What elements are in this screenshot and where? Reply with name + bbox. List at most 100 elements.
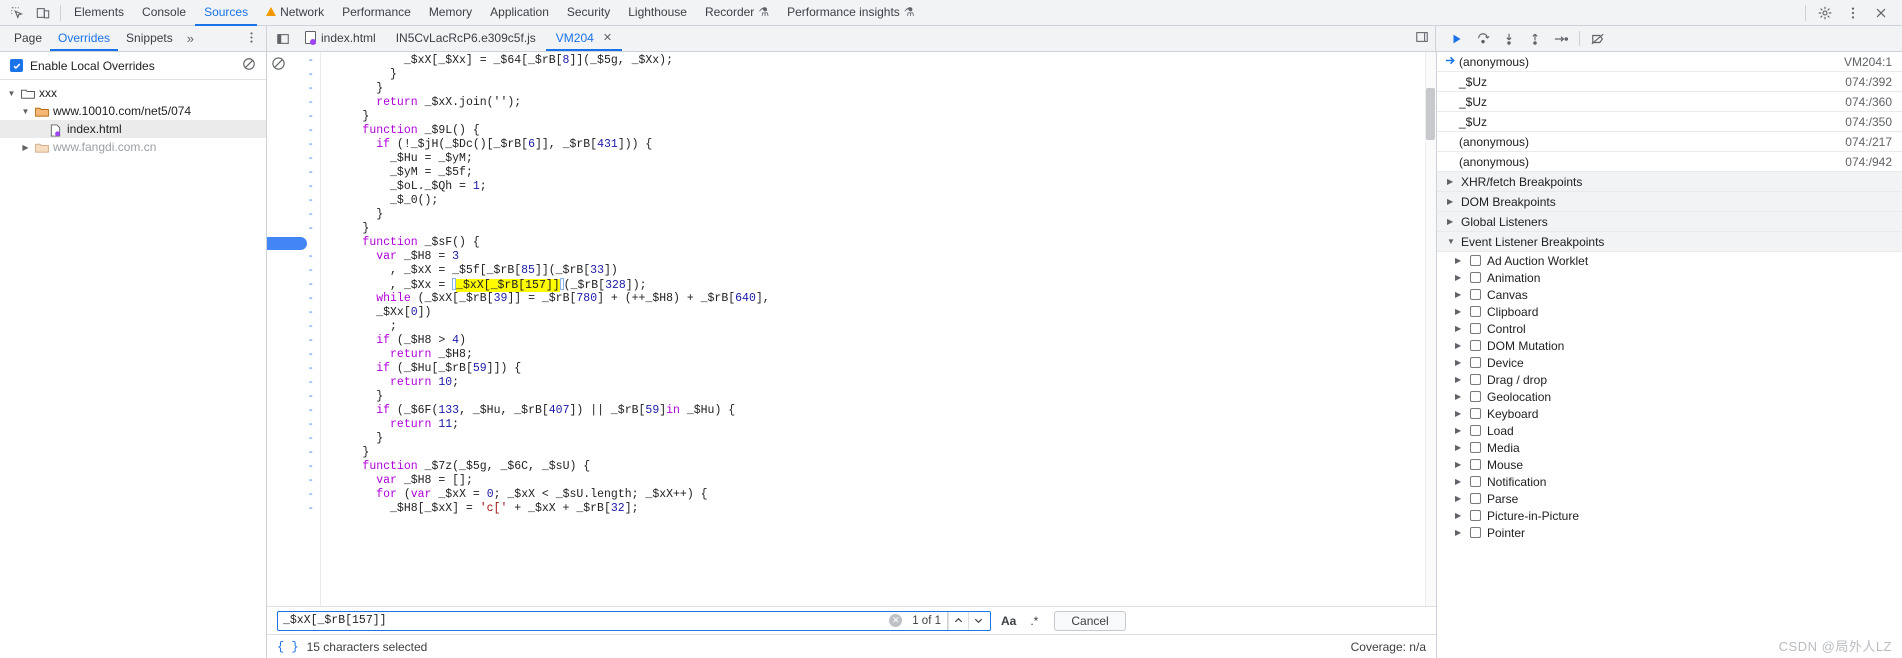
breakpoint-slot[interactable] xyxy=(267,410,289,424)
editor-scrollbar[interactable] xyxy=(1425,52,1436,606)
main-tab-application[interactable]: Application xyxy=(481,0,558,26)
breakpoint-slot[interactable] xyxy=(267,340,289,354)
navigator-tab-page[interactable]: Page xyxy=(6,26,50,51)
search-input-wrapper[interactable]: ✕ 1 of 1 xyxy=(277,610,991,631)
chevron-right-icon[interactable]: ▶ xyxy=(1455,392,1464,401)
event-breakpoint-checkbox[interactable] xyxy=(1470,255,1481,266)
event-breakpoint-checkbox[interactable] xyxy=(1470,408,1481,419)
section-header-dom-breakpoints[interactable]: ▶ DOM Breakpoints xyxy=(1437,192,1902,212)
enable-local-overrides-row[interactable]: Enable Local Overrides xyxy=(0,52,266,80)
chevron-right-icon[interactable]: ▶ xyxy=(1455,460,1464,469)
main-tab-network[interactable]: Network xyxy=(257,0,333,26)
chevron-right-icon[interactable]: ▶ xyxy=(20,143,31,152)
show-navigator-icon[interactable] xyxy=(271,27,295,51)
line-number[interactable]: - xyxy=(289,404,314,418)
chevron-right-icon[interactable]: ▶ xyxy=(1455,375,1464,384)
breakpoint-slot[interactable] xyxy=(267,424,289,438)
main-tab-lighthouse[interactable]: Lighthouse xyxy=(619,0,696,26)
main-tab-sources[interactable]: Sources xyxy=(195,0,258,26)
inspect-element-icon[interactable] xyxy=(4,1,30,25)
breakpoint-slot[interactable] xyxy=(267,298,289,312)
source-code-text[interactable]: _$xX[_$Xx] = _$64[_$rB[8]](_$5g, _$Xx); … xyxy=(321,52,1436,606)
chevron-right-icon[interactable]: ▶ xyxy=(1455,290,1464,299)
event-listener-breakpoint-ad-auction-worklet[interactable]: ▶ Ad Auction Worklet xyxy=(1437,252,1902,269)
tree-folder-xxx[interactable]: ▼ xxx xyxy=(0,84,266,102)
breakpoint-slot[interactable] xyxy=(267,438,289,452)
line-number[interactable]: - xyxy=(289,250,314,264)
event-breakpoint-checkbox[interactable] xyxy=(1470,391,1481,402)
code-scroll-area[interactable]: --------------------------------- _$xX[_… xyxy=(267,52,1436,606)
breakpoint-gutter[interactable] xyxy=(267,52,289,606)
chevron-up-icon[interactable] xyxy=(948,611,968,630)
event-breakpoint-checkbox[interactable] xyxy=(1470,442,1481,453)
call-stack-frame[interactable]: _$Uz 074:/360 xyxy=(1437,92,1902,112)
breakpoint-slot[interactable] xyxy=(267,172,289,186)
event-listener-breakpoint-media[interactable]: ▶ Media xyxy=(1437,439,1902,456)
event-listener-breakpoint-keyboard[interactable]: ▶ Keyboard xyxy=(1437,405,1902,422)
chevron-right-icon[interactable]: ▶ xyxy=(1455,341,1464,350)
line-number[interactable]: - xyxy=(289,390,314,404)
line-number[interactable]: - xyxy=(289,68,314,82)
line-number[interactable]: - xyxy=(289,194,314,208)
event-listener-breakpoint-picture-in-picture[interactable]: ▶ Picture-in-Picture xyxy=(1437,507,1902,524)
enable-overrides-checkbox[interactable] xyxy=(10,59,23,72)
line-number[interactable]: - xyxy=(289,474,314,488)
resume-script-icon[interactable] xyxy=(1444,27,1470,51)
event-breakpoint-checkbox[interactable] xyxy=(1470,425,1481,436)
event-listener-breakpoint-clipboard[interactable]: ▶ Clipboard xyxy=(1437,303,1902,320)
step-over-icon[interactable] xyxy=(1470,27,1496,51)
chevron-right-icon[interactable]: ▶ xyxy=(1455,528,1464,537)
editor-tab-vm204[interactable]: VM204 ✕ xyxy=(545,26,623,51)
section-header-event-listener-breakpoints[interactable]: ▼ Event Listener Breakpoints xyxy=(1437,232,1902,252)
main-tab-memory[interactable]: Memory xyxy=(420,0,481,26)
chevron-right-icon[interactable]: ▶ xyxy=(1455,409,1464,418)
event-breakpoint-checkbox[interactable] xyxy=(1470,272,1481,283)
chevron-right-icon[interactable]: ▶ xyxy=(1455,511,1464,520)
chevron-right-icon[interactable]: ▶ xyxy=(1455,358,1464,367)
event-breakpoint-checkbox[interactable] xyxy=(1470,527,1481,538)
editor-tab-index-html[interactable]: index.html xyxy=(295,26,386,51)
event-listener-breakpoint-geolocation[interactable]: ▶ Geolocation xyxy=(1437,388,1902,405)
chevron-right-icon[interactable]: ▶ xyxy=(1455,256,1464,265)
line-number[interactable]: - xyxy=(289,334,314,348)
line-number[interactable]: - xyxy=(289,264,314,278)
chevron-right-icon[interactable]: ▶ xyxy=(1447,217,1456,226)
device-toolbar-icon[interactable] xyxy=(30,1,56,25)
section-header-global-listeners[interactable]: ▶ Global Listeners xyxy=(1437,212,1902,232)
breakpoint-slot[interactable] xyxy=(267,74,289,88)
breakpoint-slot[interactable] xyxy=(267,312,289,326)
close-icon[interactable] xyxy=(1868,1,1894,25)
tree-folder-www-10010-com-net5-074[interactable]: ▼ www.10010.com/net5/074 xyxy=(0,102,266,120)
event-breakpoint-checkbox[interactable] xyxy=(1470,476,1481,487)
breakpoint-slot[interactable] xyxy=(267,88,289,102)
step-icon[interactable] xyxy=(1548,27,1574,51)
call-stack-frame[interactable]: _$Uz 074:/350 xyxy=(1437,112,1902,132)
chevron-right-icon[interactable]: ▶ xyxy=(1455,307,1464,316)
chevron-right-icon[interactable]: ▶ xyxy=(1447,197,1456,206)
match-case-button[interactable]: Aa xyxy=(997,614,1020,628)
close-tab-icon[interactable]: ✕ xyxy=(603,31,612,44)
breakpoint-slot[interactable] xyxy=(267,284,289,298)
clear-search-icon[interactable]: ✕ xyxy=(889,614,903,627)
breakpoint-slot[interactable] xyxy=(267,186,289,200)
tree-file-index-html[interactable]: index.html xyxy=(0,120,266,138)
line-number[interactable]: - xyxy=(289,446,314,460)
chevron-right-icon[interactable]: ▶ xyxy=(1447,177,1456,186)
line-number[interactable]: - xyxy=(289,348,314,362)
regex-button[interactable]: .* xyxy=(1026,614,1042,628)
chevron-right-icon[interactable]: ▶ xyxy=(1455,443,1464,452)
call-stack-frame[interactable]: (anonymous) 074:/217 xyxy=(1437,132,1902,152)
event-listener-breakpoint-load[interactable]: ▶ Load xyxy=(1437,422,1902,439)
step-into-icon[interactable] xyxy=(1496,27,1522,51)
line-number[interactable]: - xyxy=(289,278,314,292)
breakpoint-slot[interactable] xyxy=(267,396,289,410)
call-stack-frame[interactable]: (anonymous) VM204:1 xyxy=(1437,52,1902,72)
line-number[interactable]: - xyxy=(289,54,314,68)
breakpoint-slot[interactable] xyxy=(267,522,289,536)
line-number[interactable]: - xyxy=(289,222,314,236)
section-header-xhr-fetch-breakpoints[interactable]: ▶ XHR/fetch Breakpoints xyxy=(1437,172,1902,192)
breakpoint-slot[interactable] xyxy=(267,508,289,522)
line-number[interactable]: - xyxy=(289,166,314,180)
breakpoint-slot[interactable] xyxy=(267,326,289,340)
breakpoint-slot[interactable] xyxy=(267,494,289,508)
